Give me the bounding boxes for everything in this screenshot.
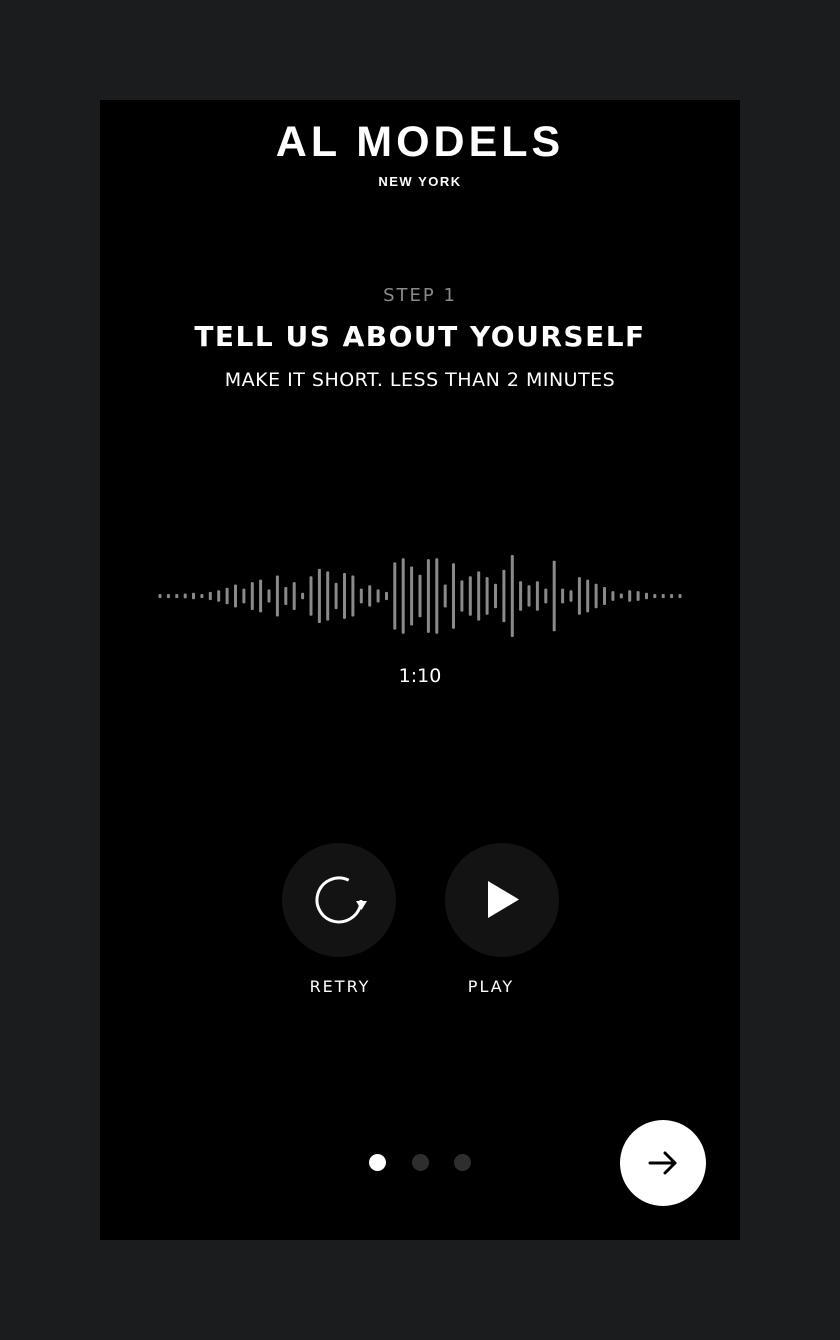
waveform-bar [376, 589, 380, 603]
waveform-bar [225, 587, 229, 605]
waveform-bar [284, 587, 288, 605]
waveform-bar [250, 582, 254, 610]
retry-icon [315, 876, 367, 924]
waveform-bar [309, 576, 313, 616]
waveform-bar [552, 560, 556, 632]
waveform-bar [275, 575, 279, 617]
waveform-bar [317, 568, 321, 623]
waveform-bar [468, 576, 472, 616]
arrow-right-icon [648, 1151, 677, 1175]
waveform-bar [410, 566, 414, 626]
waveform-bar [645, 592, 648, 600]
waveform-bar [175, 594, 179, 599]
waveform-bar [401, 558, 405, 634]
waveform-bar [452, 563, 455, 629]
waveform-bar [544, 588, 548, 604]
waveform-bar [569, 590, 573, 602]
waveform-bar [653, 594, 657, 599]
waveform-bar [636, 591, 640, 601]
recording-duration: 1:10 [398, 665, 442, 687]
audio-waveform [158, 555, 682, 637]
page-indicator-1[interactable] [369, 1154, 386, 1171]
waveform-bar [519, 581, 523, 611]
brand-city: NEW YORK [378, 174, 462, 189]
waveform-bar [502, 569, 506, 623]
waveform-bar [359, 588, 363, 604]
waveform-bar [217, 590, 221, 602]
waveform-bar [385, 591, 388, 601]
waveform-bar [443, 584, 447, 608]
waveform-bar [183, 593, 187, 599]
waveform-bar [208, 591, 212, 601]
waveform-bar [166, 594, 170, 599]
play-icon [488, 881, 519, 918]
step-subtitle: MAKE IT SHORT. LESS THAN 2 MINUTES [224, 369, 616, 391]
waveform-bar [510, 555, 514, 637]
waveform-bar [192, 592, 195, 600]
retry-label: RETRY [309, 977, 371, 996]
waveform-bar [494, 583, 497, 609]
waveform-bar [368, 585, 372, 607]
waveform-bar [477, 571, 481, 621]
page-indicator-3[interactable] [454, 1154, 471, 1171]
brand-name: AL MODELS [275, 118, 565, 166]
step-title: TELL US ABOUT YOURSELF [194, 320, 646, 353]
waveform-bar [619, 593, 623, 599]
waveform-bar [426, 559, 430, 633]
waveform-bar [393, 562, 397, 630]
waveform-bar [603, 587, 606, 605]
waveform-bar [418, 574, 422, 618]
retry-button[interactable] [282, 843, 396, 957]
waveform-bar [577, 577, 581, 615]
waveform-bar [292, 582, 296, 610]
waveform-bar [435, 558, 439, 634]
waveform-bar [267, 589, 271, 603]
waveform-bar [661, 594, 665, 599]
waveform-bar [351, 575, 355, 617]
waveform-bar [535, 581, 539, 611]
waveform-bar [561, 588, 565, 604]
waveform-bar [234, 584, 237, 608]
play-label: PLAY [467, 977, 515, 996]
waveform-bar [670, 594, 674, 599]
waveform-bar [586, 579, 590, 613]
waveform-bar [611, 591, 615, 601]
page-indicator-2[interactable] [412, 1154, 429, 1171]
waveform-bar [678, 594, 682, 599]
waveform-bar [334, 582, 338, 610]
waveform-bar [343, 573, 346, 619]
waveform-bar [628, 590, 632, 602]
waveform-bar [200, 594, 204, 599]
waveform-bar [259, 579, 263, 613]
waveform-bar [326, 571, 330, 621]
waveform-bar [242, 588, 246, 604]
waveform-bar [594, 583, 598, 609]
waveform-bar [301, 592, 305, 600]
step-label: STEP 1 [383, 285, 457, 306]
waveform-bar [485, 577, 489, 615]
waveform-bar [460, 580, 464, 612]
waveform-bar [158, 594, 162, 599]
waveform-bar [527, 585, 531, 607]
play-button[interactable] [445, 843, 559, 957]
next-button[interactable] [620, 1120, 706, 1206]
